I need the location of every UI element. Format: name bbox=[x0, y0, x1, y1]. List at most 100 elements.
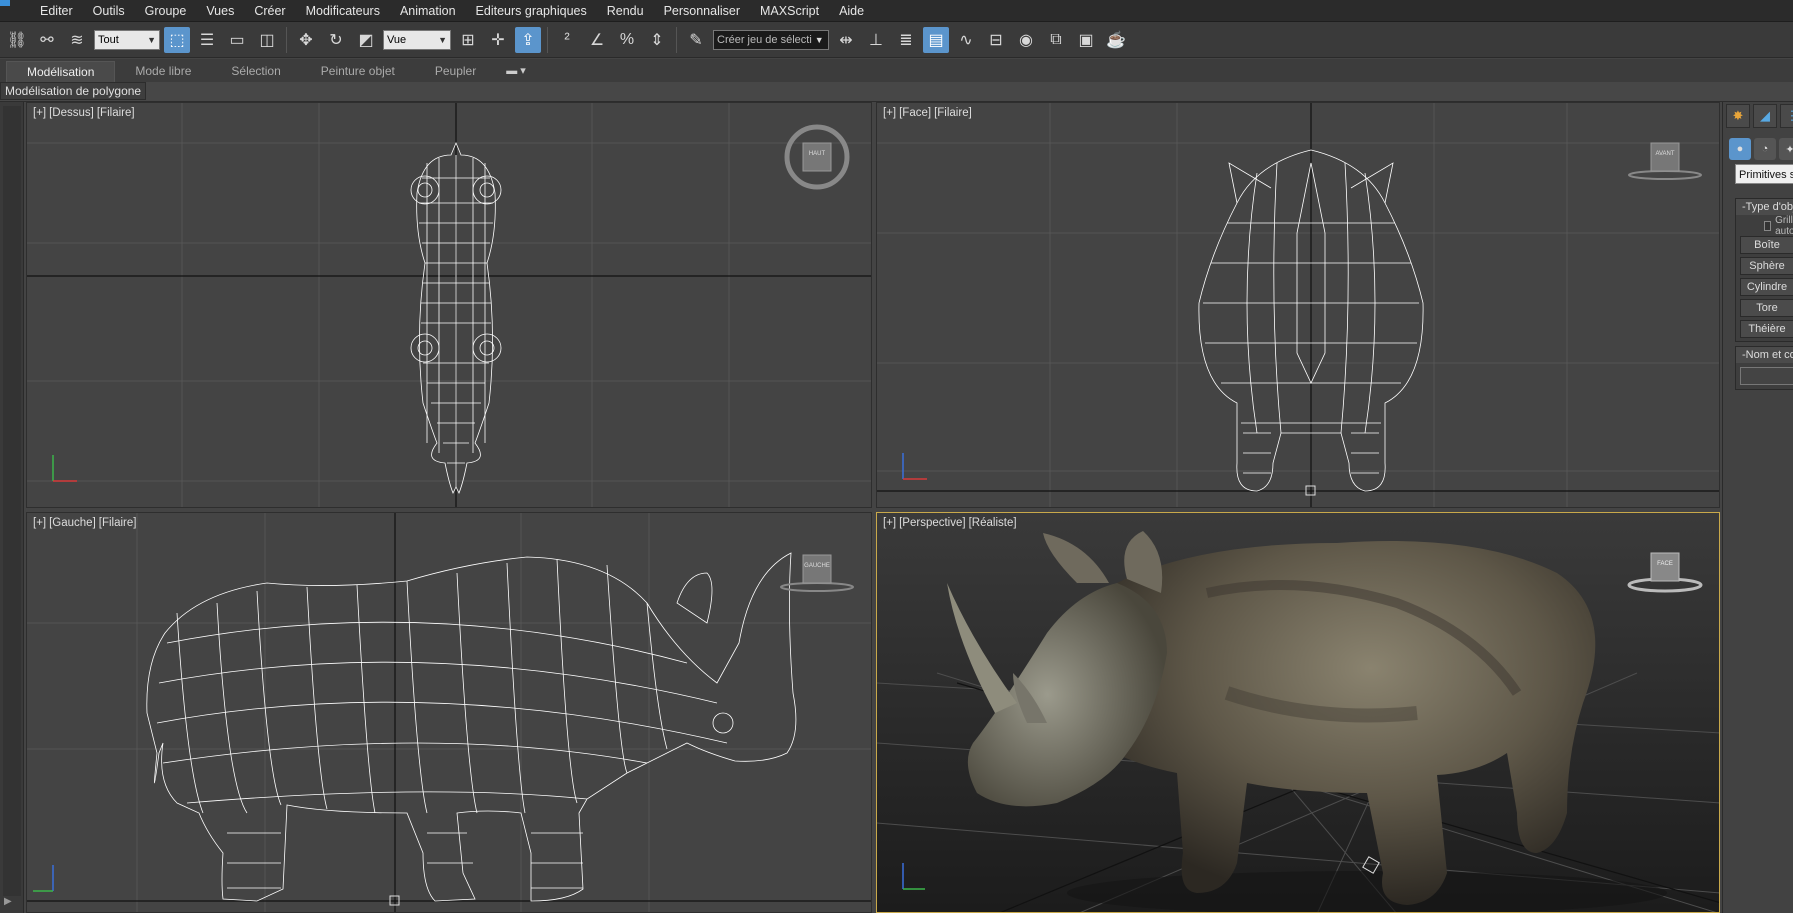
menu-editer[interactable]: Editer bbox=[30, 0, 83, 22]
menu-animation[interactable]: Animation bbox=[390, 0, 466, 22]
expand-arrow-icon[interactable]: ▶ bbox=[4, 896, 12, 907]
tab-selection[interactable]: Sélection bbox=[211, 61, 300, 82]
viewport-top-shading[interactable]: [Filaire] bbox=[97, 107, 135, 119]
curve-editor-icon[interactable]: ∿ bbox=[953, 27, 979, 53]
menu-vues[interactable]: Vues bbox=[196, 0, 244, 22]
primitive-category-dropdown[interactable]: Primitives standard bbox=[1735, 164, 1793, 184]
menu-aide[interactable]: Aide bbox=[829, 0, 874, 22]
menu-modificateurs[interactable]: Modificateurs bbox=[296, 0, 390, 22]
object-name-field[interactable] bbox=[1740, 367, 1793, 385]
edit-named-selection-icon[interactable]: ✎ bbox=[683, 27, 709, 53]
keyboard-shortcut-override-icon[interactable]: ⇪ bbox=[515, 26, 541, 53]
scale-icon[interactable]: ◩ bbox=[353, 27, 379, 53]
unlink-icon[interactable]: ⚯ bbox=[34, 27, 60, 53]
layout-scrollbar[interactable] bbox=[3, 106, 21, 896]
cylinder-button[interactable]: Cylindre bbox=[1740, 278, 1793, 296]
select-by-name-icon[interactable]: ☰ bbox=[194, 27, 220, 53]
lights-icon[interactable]: ✦ bbox=[1779, 138, 1793, 160]
viewport-left-label[interactable]: [+] [Gauche] [Filaire] bbox=[33, 517, 139, 529]
menu-personnaliser[interactable]: Personnaliser bbox=[654, 0, 750, 22]
torus-button[interactable]: Tore bbox=[1740, 299, 1793, 317]
viewcube-top[interactable] bbox=[784, 124, 850, 190]
selection-filter-dropdown[interactable]: Tout ▼ bbox=[94, 29, 160, 50]
viewport-perspective-shading[interactable]: [Réaliste] bbox=[969, 517, 1017, 529]
auto-grid-checkbox[interactable]: Grille auto bbox=[1736, 215, 1793, 237]
select-object-icon[interactable]: ⬚ bbox=[164, 26, 190, 53]
menu-groupe[interactable]: Groupe bbox=[135, 0, 197, 22]
chevron-down-icon: ▼ bbox=[814, 34, 824, 45]
window-crossing-icon[interactable]: ◫ bbox=[254, 27, 280, 53]
box-button[interactable]: Boîte bbox=[1740, 236, 1793, 254]
menu-rendu[interactable]: Rendu bbox=[597, 0, 654, 22]
bind-space-warp-icon[interactable]: ≋ bbox=[64, 27, 90, 53]
name-color-rollout-header[interactable]: - Nom et couleur bbox=[1736, 347, 1793, 363]
viewport-top-view[interactable]: [Dessus] bbox=[49, 107, 94, 119]
home-grid-axes bbox=[27, 513, 871, 912]
menu-creer[interactable]: Créer bbox=[244, 0, 295, 22]
menu-maxscript[interactable]: MAXScript bbox=[750, 0, 829, 22]
geometry-icon[interactable]: ● bbox=[1729, 138, 1751, 160]
tab-peinture-objet[interactable]: Peinture objet bbox=[301, 61, 415, 82]
create-tab-icon[interactable]: ✸ bbox=[1726, 104, 1750, 128]
viewport-top[interactable]: [+] [Dessus] [Filaire] HAUT bbox=[26, 102, 872, 508]
spinner-snap-icon[interactable]: ⇕ bbox=[644, 27, 670, 53]
teapot-button[interactable]: Théière bbox=[1740, 320, 1793, 338]
rendered-frame-window-icon[interactable]: ▣ bbox=[1073, 27, 1099, 53]
tab-mode-libre[interactable]: Mode libre bbox=[115, 61, 211, 82]
sphere-button[interactable]: Sphère bbox=[1740, 257, 1793, 275]
tab-peupler[interactable]: Peupler bbox=[415, 61, 496, 82]
viewcube-persp[interactable] bbox=[1627, 552, 1703, 593]
viewport-perspective[interactable]: [+] [Perspective] [Réaliste] FACE bbox=[876, 512, 1720, 913]
viewport-front-view[interactable]: [Face] bbox=[899, 107, 931, 119]
modify-tab-icon[interactable]: ◢ bbox=[1753, 104, 1777, 128]
create-category-tabs: ● ◔ ✦ bbox=[1729, 138, 1793, 160]
viewport-front-plus[interactable]: [+] bbox=[883, 107, 896, 119]
viewport-top-plus[interactable]: [+] bbox=[33, 107, 46, 119]
viewport-left-plus[interactable]: [+] bbox=[33, 517, 46, 529]
viewport-perspective-view[interactable]: [Perspective] bbox=[899, 517, 965, 529]
pivot-gizmo-icon bbox=[1362, 856, 1380, 874]
pivot-center-icon[interactable]: ⊞ bbox=[455, 27, 481, 53]
reference-coordinate-value: Vue bbox=[387, 33, 407, 46]
viewport-perspective-plus[interactable]: [+] bbox=[883, 517, 896, 529]
viewport-left-shading[interactable]: [Filaire] bbox=[99, 517, 137, 529]
menu-outils[interactable]: Outils bbox=[83, 0, 135, 22]
mirror-icon[interactable]: ⇹ bbox=[833, 27, 859, 53]
render-teapot-icon[interactable]: ☕ bbox=[1103, 27, 1129, 53]
scene-explorer-icon[interactable]: ▤ bbox=[923, 26, 949, 53]
reference-coordinate-dropdown[interactable]: Vue ▼ bbox=[383, 29, 451, 50]
polygon-modeling-label[interactable]: Modélisation de polygone bbox=[0, 82, 147, 100]
shapes-icon[interactable]: ◔ bbox=[1754, 138, 1776, 160]
layer-manager-icon[interactable]: ≣ bbox=[893, 27, 919, 53]
viewcube-top-label: HAUT bbox=[808, 151, 826, 157]
viewport-front[interactable]: [+] [Face] [Filaire] AVANT bbox=[876, 102, 1720, 508]
named-selection-set-dropdown[interactable]: Créer jeu de sélecti ▼ bbox=[713, 29, 829, 50]
hierarchy-tab-icon[interactable]: ⋮ bbox=[1780, 104, 1793, 128]
angle-snap-icon[interactable]: ∠ bbox=[584, 27, 610, 53]
move-icon[interactable]: ✥ bbox=[293, 27, 319, 53]
viewport-left-view[interactable]: [Gauche] bbox=[49, 517, 96, 529]
viewport-top-label[interactable]: [+] [Dessus] [Filaire] bbox=[33, 107, 138, 119]
schematic-view-icon[interactable]: ⊟ bbox=[983, 27, 1009, 53]
link-icon[interactable]: ⛓ bbox=[4, 27, 30, 53]
render-setup-icon[interactable]: ⧉ bbox=[1043, 27, 1069, 53]
percent-snap-icon[interactable]: % bbox=[614, 27, 640, 53]
ribbon-options-toggle[interactable]: ▬ ▾ bbox=[506, 61, 526, 82]
application-button[interactable] bbox=[0, 0, 10, 6]
snaps-toggle-icon[interactable]: ² bbox=[554, 27, 580, 53]
viewcube-left[interactable] bbox=[780, 554, 854, 592]
rotate-icon[interactable]: ↻ bbox=[323, 27, 349, 53]
viewport-front-shading[interactable]: [Filaire] bbox=[934, 107, 972, 119]
material-editor-icon[interactable]: ◉ bbox=[1013, 27, 1039, 53]
viewport-perspective-label[interactable]: [+] [Perspective] [Réaliste] bbox=[883, 517, 1020, 529]
command-panel: ✸ ◢ ⋮ ● ◔ ✦ Primitives standard - Type d… bbox=[1722, 102, 1793, 913]
align-icon[interactable]: ⊥ bbox=[863, 27, 889, 53]
viewport-front-label[interactable]: [+] [Face] [Filaire] bbox=[883, 107, 975, 119]
viewcube-front[interactable] bbox=[1628, 142, 1702, 180]
menu-editeurs-graphiques[interactable]: Editeurs graphiques bbox=[466, 0, 597, 22]
object-type-rollout-header[interactable]: - Type d'objet bbox=[1736, 199, 1793, 215]
select-manipulate-icon[interactable]: ✛ bbox=[485, 27, 511, 53]
tab-modelisation[interactable]: Modélisation bbox=[6, 61, 116, 82]
rectangular-region-icon[interactable]: ▭ bbox=[224, 27, 250, 53]
viewport-left[interactable]: [+] [Gauche] [Filaire] GAUCHE bbox=[26, 512, 872, 913]
